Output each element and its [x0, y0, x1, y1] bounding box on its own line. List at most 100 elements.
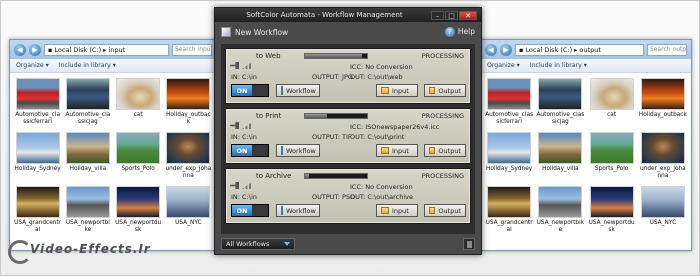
file-name: cat — [133, 112, 143, 118]
file-thumbnail — [15, 78, 60, 110]
progress-bar — [304, 113, 368, 119]
file-name: Sports_Polo — [121, 166, 155, 172]
file-thumbnail — [487, 78, 532, 110]
file-item[interactable]: under_exp_johanna — [639, 132, 687, 182]
folder-icon — [381, 87, 389, 94]
file-thumbnail — [487, 132, 532, 164]
wrench-icon[interactable] — [230, 122, 239, 129]
file-item[interactable]: Holiday_outback — [639, 78, 687, 128]
watermark-text: Video-Effects.Ir — [30, 242, 151, 256]
workflow-filter-dropdown[interactable]: All Workflows — [221, 238, 295, 250]
file-item[interactable]: cat — [588, 78, 636, 128]
workflow-button[interactable]: Workflow — [276, 84, 320, 97]
output-button[interactable]: Output — [424, 84, 466, 97]
file-item[interactable]: USA_newportbike — [536, 186, 584, 236]
output-button-label: Output — [438, 86, 461, 95]
file-item[interactable]: Automotive_classicjag — [64, 78, 111, 128]
new-workflow-button[interactable]: New Workflow — [221, 27, 288, 37]
file-item[interactable]: Sports_Polo — [115, 132, 162, 182]
search-input[interactable]: Search output — [647, 43, 687, 56]
workflow-button[interactable]: Workflow — [276, 144, 320, 157]
file-thumbnail — [65, 78, 110, 110]
minimize-button[interactable]: – — [431, 10, 444, 20]
help-button[interactable]: ? Help — [444, 27, 475, 37]
file-item[interactable]: cat — [115, 78, 162, 128]
address-bar[interactable]: ▪ Local Disk (C:) ▸ input — [44, 43, 169, 56]
file-item[interactable]: Holiday_Sydney — [485, 132, 533, 182]
file-name: USA_grandcentral — [14, 220, 62, 233]
file-item[interactable]: Holiday_Sydney — [14, 132, 61, 182]
input-button[interactable]: Input — [376, 144, 418, 157]
input-button-label: Input — [392, 206, 409, 215]
explorer-toolbar: Organize ▾ Include in library ▾ — [481, 59, 691, 73]
file-item[interactable]: USA_newportdusk — [115, 186, 162, 236]
progress-fill — [305, 114, 327, 118]
workflow-management-window: SoftColor Automata - Workflow Management… — [214, 7, 482, 255]
file-thumbnail — [15, 132, 60, 164]
forward-icon[interactable]: ▶ — [500, 43, 512, 56]
address-segment[interactable]: output — [579, 46, 600, 54]
wrench-icon[interactable] — [230, 182, 239, 189]
workflow-status: PROCESSING — [421, 112, 464, 120]
explorer-titlebar: ◀ ▶ ▪ Local Disk (C:) ▸ output Search ou… — [481, 40, 691, 59]
input-path: IN: C:\in — [231, 73, 257, 81]
organize-button[interactable]: Organize ▾ — [16, 62, 49, 69]
address-segment[interactable]: Local Disk (C:) — [525, 46, 572, 54]
file-item[interactable]: USA_NYC — [639, 186, 687, 236]
output-button-label: Output — [438, 206, 461, 215]
file-item[interactable]: Automotive_classicjag — [536, 78, 584, 128]
input-button[interactable]: Input — [376, 84, 418, 97]
search-input[interactable]: Search input — [172, 43, 212, 56]
output-button[interactable]: Output — [424, 204, 466, 217]
file-item[interactable]: Holiday_villa — [536, 132, 584, 182]
workflow-filter-label: All Workflows — [226, 240, 270, 248]
file-item[interactable]: Holiday_outback — [165, 78, 212, 128]
icc-profile: ICC: No Conversion — [350, 63, 413, 71]
address-segment[interactable]: Local Disk (C:) — [54, 46, 101, 54]
on-off-toggle[interactable]: ON — [231, 84, 269, 97]
file-item[interactable]: under_exp_johanna — [165, 132, 212, 182]
icc-profile: ICC: No Conversion — [350, 183, 413, 191]
explorer-titlebar: ◀ ▶ ▪ Local Disk (C:) ▸ input Search inp… — [10, 40, 216, 59]
address-segment[interactable]: input — [108, 46, 125, 54]
file-thumbnail — [640, 132, 685, 164]
window-title: SoftColor Automata - Workflow Management — [246, 11, 403, 19]
back-icon[interactable]: ◀ — [14, 43, 26, 56]
file-item[interactable]: Holiday_villa — [64, 132, 111, 182]
input-button[interactable]: Input — [376, 204, 418, 217]
organize-button[interactable]: Organize ▾ — [487, 62, 520, 69]
help-label: Help — [457, 27, 475, 36]
file-thumbnail — [487, 186, 532, 218]
include-library-button[interactable]: Include in library ▾ — [530, 62, 587, 69]
output-button[interactable]: Output — [424, 144, 466, 157]
file-item[interactable]: USA_newportdusk — [588, 186, 636, 236]
progress-fill — [305, 174, 309, 178]
address-bar[interactable]: ▪ Local Disk (C:) ▸ output — [515, 43, 644, 56]
trash-icon[interactable] — [463, 238, 475, 250]
wrench-icon[interactable] — [230, 62, 239, 69]
file-name: Automotive_classicferrari — [485, 112, 534, 125]
file-thumbnail — [589, 78, 634, 110]
file-item[interactable]: Sports_Polo — [588, 132, 636, 182]
file-name: under_exp_johanna — [640, 166, 686, 179]
maximize-button[interactable]: □ — [445, 10, 458, 20]
include-library-button[interactable]: Include in library ▾ — [59, 62, 116, 69]
toggle-on-label: ON — [232, 205, 252, 216]
on-off-toggle[interactable]: ON — [231, 204, 269, 217]
file-item[interactable]: USA_newportbike — [64, 186, 111, 236]
file-item[interactable]: USA_grandcentral — [485, 186, 533, 236]
on-off-toggle[interactable]: ON — [231, 144, 269, 157]
file-item[interactable]: Automotive_classicferrari — [14, 78, 61, 128]
forward-icon[interactable]: ▶ — [29, 43, 41, 56]
workflow-button[interactable]: Workflow — [276, 204, 320, 217]
workflow-list: to Web PROCESSING ICC: No Conversion IN: C:… — [221, 44, 475, 234]
file-item[interactable]: Automotive_classicferrari — [485, 78, 533, 128]
file-item[interactable]: USA_NYC — [165, 186, 212, 236]
icc-profile: ICC: ISOnewspaper26v4.icc — [350, 123, 440, 131]
file-name: Holiday_Sydney — [486, 166, 533, 172]
output-path: OUT: C:\out\archive — [350, 193, 413, 201]
back-icon[interactable]: ◀ — [485, 43, 497, 56]
input-path: IN: C:\in — [231, 193, 257, 201]
file-item[interactable]: USA_grandcentral — [14, 186, 61, 236]
close-button[interactable]: ✕ — [459, 10, 477, 20]
